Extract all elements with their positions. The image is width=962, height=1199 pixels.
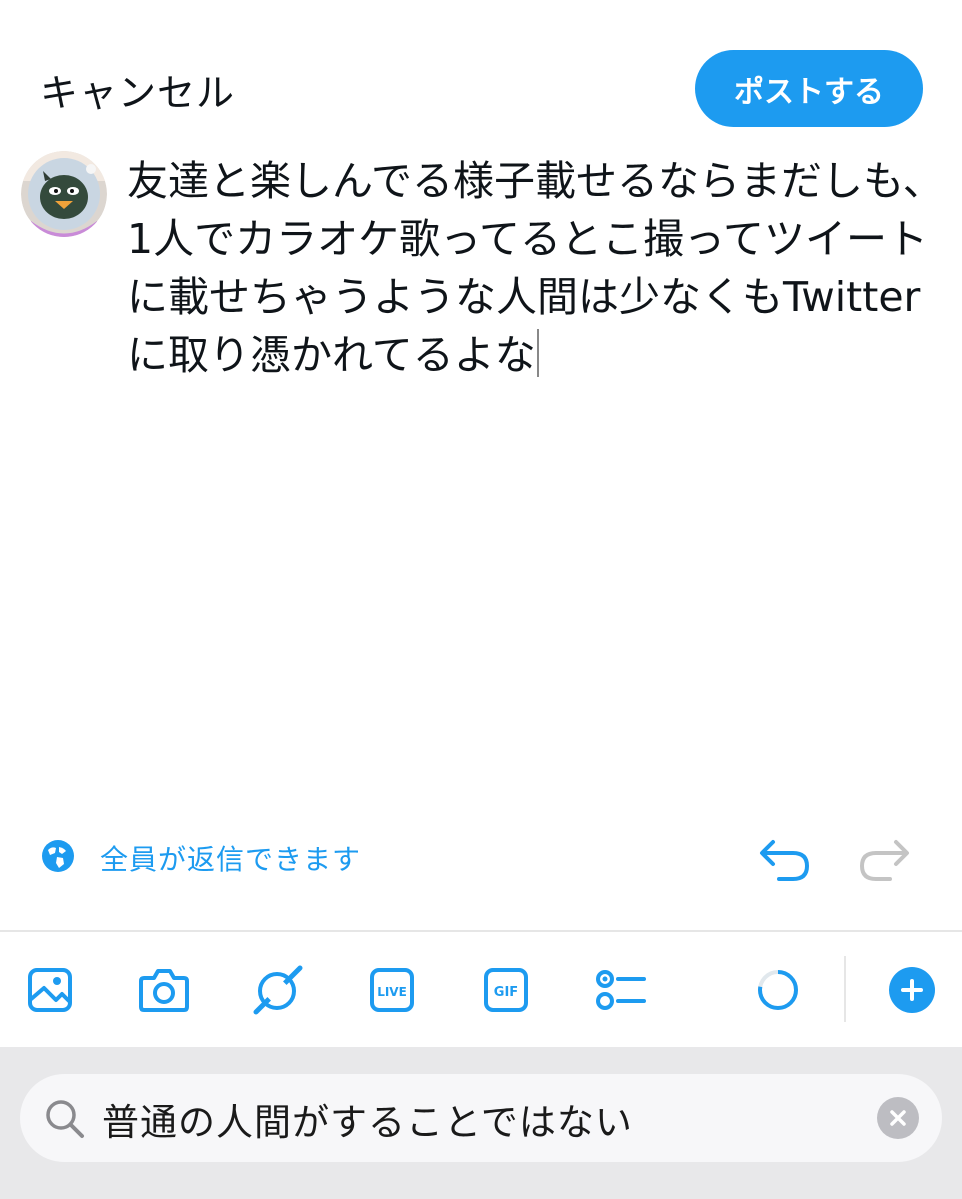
undo-button[interactable] xyxy=(757,836,813,888)
character-count-ring xyxy=(752,964,804,1016)
search-icon xyxy=(44,1098,86,1144)
gif-icon-label: GIF xyxy=(494,985,518,1000)
cancel-button[interactable]: キャンセル xyxy=(40,62,235,117)
compose-text: 友達と楽しんでる様子載せるならまだしも、 1人でカラオケ歌ってるとこ撮ってツイー… xyxy=(127,157,944,379)
redo-button[interactable] xyxy=(856,836,912,888)
keyboard-search-text: 普通の人間がすることではない xyxy=(102,1101,633,1144)
gif-button[interactable]: GIF xyxy=(480,964,532,1016)
post-button[interactable]: ポストする xyxy=(695,50,923,127)
live-icon: LIVE xyxy=(370,968,414,1012)
clear-search-button[interactable] xyxy=(877,1097,919,1139)
image-button[interactable] xyxy=(24,964,76,1016)
live-button[interactable]: LIVE xyxy=(366,964,418,1016)
toolbar-divider xyxy=(0,930,962,932)
compose-text-area[interactable]: 友達と楽しんでる様子載せるならまだしも、 1人でカラオケ歌ってるとこ撮ってツイー… xyxy=(127,152,947,384)
globe-icon xyxy=(40,838,76,878)
undo-icon xyxy=(760,840,810,881)
poll-button[interactable] xyxy=(594,964,646,1016)
gif-icon: GIF xyxy=(484,968,528,1012)
live-icon-label: LIVE xyxy=(377,985,407,999)
toolbar-separator xyxy=(844,956,846,1022)
add-post-icon xyxy=(889,967,935,1013)
grok-icon xyxy=(253,965,303,1015)
reply-settings-label: 全員が返信できます xyxy=(100,843,362,876)
compose-screen: キャンセル ポストする 友達と楽しんでる様子載せるならまだしも、 1人でカラオケ… xyxy=(0,0,962,1199)
grok-button[interactable] xyxy=(252,964,304,1016)
character-count-ring-icon xyxy=(758,970,798,1010)
poll-icon xyxy=(596,970,646,1010)
image-icon xyxy=(28,968,72,1012)
redo-icon xyxy=(859,840,909,881)
avatar-image xyxy=(21,151,107,237)
close-icon xyxy=(890,1110,906,1126)
text-cursor xyxy=(536,329,539,377)
avatar[interactable] xyxy=(21,151,107,237)
camera-button[interactable] xyxy=(138,964,190,1016)
camera-icon xyxy=(139,969,189,1012)
add-post-button[interactable] xyxy=(886,964,938,1016)
reply-settings-button[interactable]: 全員が返信できます xyxy=(40,838,361,878)
